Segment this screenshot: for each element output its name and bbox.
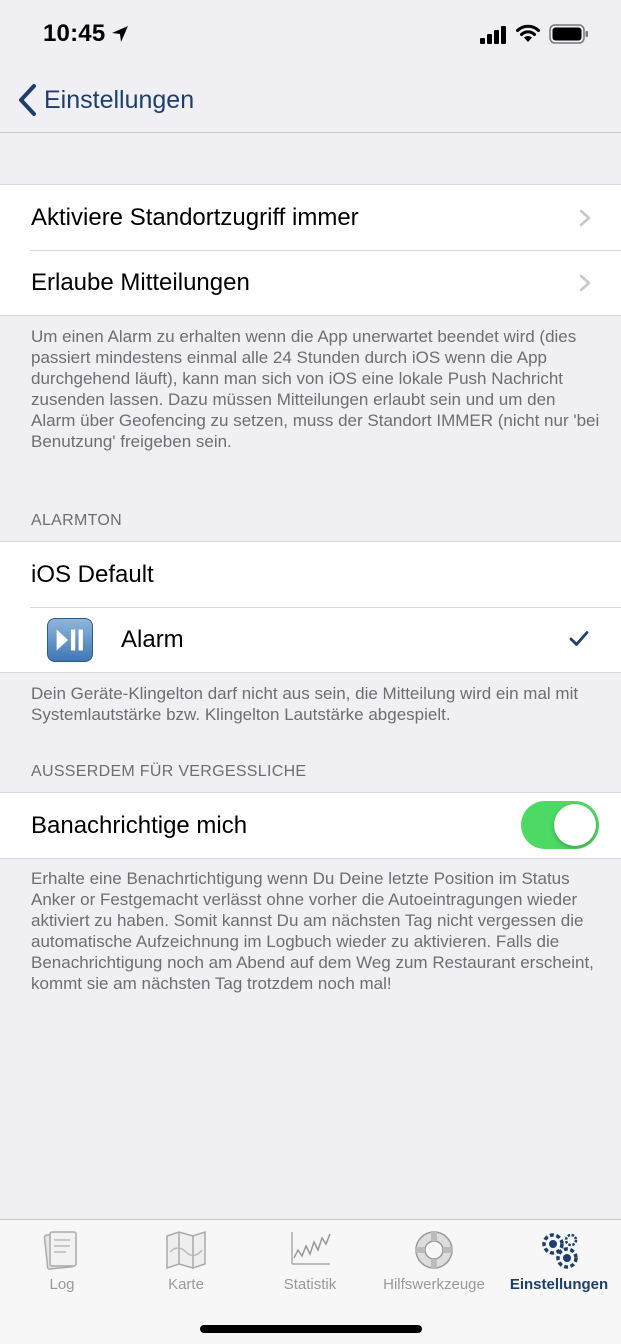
notify-me-row: Banachrichtige mich <box>0 793 621 858</box>
chevron-left-icon <box>19 84 36 116</box>
notify-me-label: Banachrichtige mich <box>31 811 248 839</box>
location-always-label: Aktiviere Standortzugriff immer <box>31 203 359 231</box>
allow-notifications-label: Erlaube Mitteilungen <box>31 268 250 296</box>
gears-icon <box>542 1233 578 1269</box>
chevron-right-icon <box>579 274 591 292</box>
wifi-icon <box>516 24 540 42</box>
alarmton-header: ALARMTON <box>31 512 123 529</box>
permissions-footer: Um einen Alarm zu erhalten wenn die App … <box>31 327 600 451</box>
battery-icon <box>549 24 588 44</box>
chart-icon <box>291 1232 331 1265</box>
location-arrow-icon <box>112 26 128 42</box>
status-time: 10:45 <box>43 20 106 47</box>
toggle-knob <box>554 804 596 846</box>
logbook-icon <box>43 1231 77 1270</box>
tab-log[interactable]: Log <box>12 1220 112 1300</box>
alarm-label: Alarm <box>121 625 184 653</box>
tab-statistik-label: Statistik <box>283 1276 337 1293</box>
tab-karte[interactable]: Karte <box>136 1220 236 1300</box>
tab-einstellungen-label: Einstellungen <box>509 1276 609 1293</box>
alarmton-group: iOS Default Alarm <box>0 541 621 673</box>
back-button-label: Einstellungen <box>44 85 195 114</box>
ios-default-label: iOS Default <box>31 560 154 588</box>
permissions-group: Aktiviere Standortzugriff immer Erlaube … <box>0 184 621 316</box>
tab-log-label: Log <box>49 1276 75 1293</box>
lifebuoy-icon <box>415 1231 453 1269</box>
navigation-bar: Einstellungen <box>0 66 621 133</box>
ios-default-row[interactable]: iOS Default <box>0 542 621 607</box>
tab-karte-label: Karte <box>168 1276 204 1293</box>
alarmton-footer: Dein Geräte-Klingelton darf nicht aus se… <box>31 684 579 724</box>
vergessliche-footer: Erhalte eine Benachrtichtigung wenn Du D… <box>31 869 594 993</box>
tab-einstellungen[interactable]: Einstellungen <box>503 1220 615 1300</box>
play-pause-icon <box>47 618 93 662</box>
chevron-right-icon <box>579 209 591 227</box>
back-button[interactable]: Einstellungen <box>16 82 194 118</box>
alarm-row[interactable]: Alarm <box>0 607 621 672</box>
allow-notifications-row[interactable]: Erlaube Mitteilungen <box>0 250 621 315</box>
cellular-signal-icon <box>480 26 506 44</box>
tab-hilfswerkzeuge[interactable]: Hilfswerkzeuge <box>372 1220 496 1300</box>
home-indicator <box>200 1325 422 1333</box>
map-icon <box>166 1230 206 1270</box>
checkmark-icon <box>569 631 589 646</box>
tab-hilfswerkzeuge-label: Hilfswerkzeuge <box>383 1276 485 1293</box>
status-bar: 10:45 <box>0 0 621 66</box>
vergessliche-header: AUSSERDEM FÜR VERGESSLICHE <box>31 763 307 780</box>
tab-statistik[interactable]: Statistik <box>260 1220 360 1300</box>
vergessliche-group: Banachrichtige mich <box>0 792 621 859</box>
notify-me-toggle[interactable] <box>521 801 599 849</box>
location-always-row[interactable]: Aktiviere Standortzugriff immer <box>0 185 621 250</box>
